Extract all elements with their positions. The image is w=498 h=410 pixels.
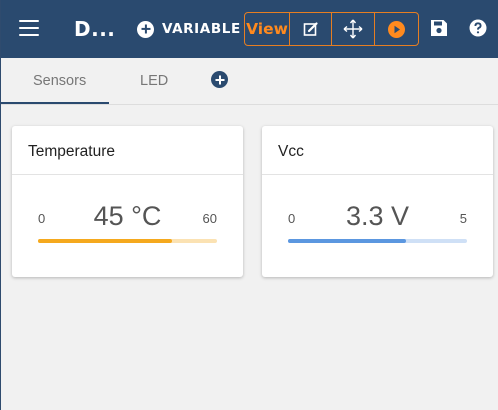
- active-tab-indicator: [1, 102, 109, 104]
- gauge-max-label: 5: [459, 211, 467, 226]
- gauge-fill: [288, 239, 407, 243]
- add-tab-icon[interactable]: [211, 71, 228, 88]
- help-icon: [469, 19, 487, 37]
- widget-title: Temperature: [28, 143, 116, 160]
- temperature-widget: Temperature 0 45 °C 60: [12, 126, 243, 277]
- gauge-value: 3.3 V: [345, 201, 410, 231]
- menu-icon[interactable]: [19, 20, 39, 36]
- edit-icon: [303, 22, 318, 36]
- move-icon: [343, 19, 363, 39]
- gauge-fill: [38, 239, 173, 243]
- gauge-track: [38, 239, 217, 243]
- view-mode-button[interactable]: View: [245, 13, 290, 45]
- move-mode-button[interactable]: [332, 13, 375, 45]
- edit-mode-button[interactable]: [290, 13, 332, 45]
- dashboard-tabs: Sensors LED: [1, 58, 498, 105]
- add-variable-button[interactable]: VARIABLE: [137, 19, 241, 39]
- widget-title: Vcc: [278, 143, 304, 160]
- save-icon: [431, 20, 447, 36]
- run-mode-button[interactable]: [375, 13, 417, 45]
- gauge-max-label: 60: [202, 211, 217, 226]
- play-icon: [387, 20, 405, 38]
- tab-led[interactable]: LED: [140, 73, 168, 89]
- widget-divider: [12, 174, 243, 175]
- top-app-bar: D... VARIABLE View: [1, 0, 498, 58]
- widget-divider: [262, 174, 493, 175]
- plus-circle-icon: [137, 20, 154, 38]
- app-title: D...: [74, 17, 116, 41]
- gauge-track: [288, 239, 467, 243]
- help-button[interactable]: [467, 17, 489, 39]
- add-variable-label: VARIABLE: [162, 21, 241, 37]
- mode-toggle-group: View: [244, 12, 419, 46]
- vcc-widget: Vcc 0 3.3 V 5: [262, 126, 493, 277]
- tab-sensors[interactable]: Sensors: [33, 73, 86, 89]
- save-button[interactable]: [428, 17, 450, 39]
